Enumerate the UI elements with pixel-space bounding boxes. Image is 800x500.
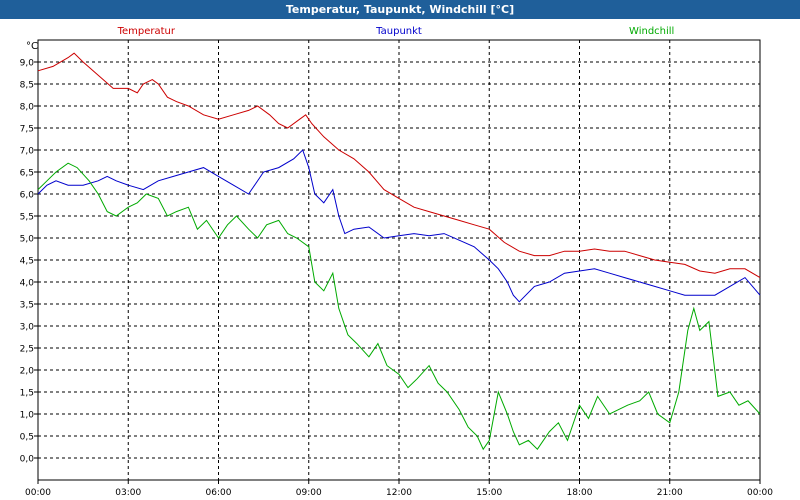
x-tick-time-label: 00:00: [747, 488, 773, 498]
y-tick-label: 2,0: [20, 367, 35, 377]
y-tick-label: 5,0: [20, 235, 35, 245]
legend-entry-windchill: Windchill: [629, 26, 674, 37]
y-tick-label: 6,0: [20, 191, 35, 201]
y-tick-label: 0,5: [20, 433, 34, 443]
window-title-bar: Temperatur, Taupunkt, Windchill [°C]: [0, 0, 800, 19]
y-tick-label: 3,5: [20, 301, 34, 311]
legend-entry-temperatur: Temperatur: [117, 26, 176, 37]
x-tick-time-label: 09:00: [296, 488, 322, 498]
y-tick-label: 3,0: [20, 323, 35, 333]
y-tick-label: 4,0: [20, 279, 35, 289]
y-tick-label: 8,0: [20, 103, 35, 113]
x-tick-time-label: 00:00: [25, 488, 51, 498]
y-tick-label: 0,0: [20, 455, 35, 465]
grid-lines: [38, 40, 760, 480]
y-tick-label: 5,5: [20, 213, 34, 223]
y-tick-label: 6,5: [20, 169, 34, 179]
y-tick-label: 2,5: [20, 345, 34, 355]
y-tick-label: 1,5: [20, 389, 34, 399]
x-tick-time-label: 12:00: [386, 488, 412, 498]
x-tick-time-label: 21:00: [657, 488, 683, 498]
y-axis-ticks: 0,0 0,5 1,0 1,5 2,0 2,5 3,0 3,5 4,0 4,5 5,0 5,5 6,0 6…: [20, 59, 38, 465]
line-chart: 0,0 0,5 1,0 1,5 2,0 2,5 3,0 3,5 4,0 4,5 5,0 5,5 6,0 6…: [20, 26, 774, 498]
y-tick-label: 9,0: [20, 59, 35, 69]
y-axis-label: °C: [26, 41, 38, 52]
y-tick-label: 8,5: [20, 81, 34, 91]
x-tick-time-label: 06:00: [206, 488, 232, 498]
legend-entry-taupunkt: Taupunkt: [375, 26, 422, 37]
y-tick-label: 1,0: [20, 411, 35, 421]
y-tick-label: 7,0: [20, 147, 35, 157]
x-axis-ticks: 00:0013.03.1803:0013.03.1806:0013.03.180…: [25, 480, 773, 498]
y-tick-label: 7,5: [20, 125, 34, 135]
x-tick-time-label: 18:00: [567, 488, 593, 498]
y-tick-label: 4,5: [20, 257, 34, 267]
legend: Temperatur Taupunkt Windchill: [117, 26, 675, 37]
chart-title: Temperatur, Taupunkt, Windchill [°C]: [285, 3, 515, 16]
x-tick-time-label: 15:00: [476, 488, 502, 498]
x-tick-time-label: 03:00: [115, 488, 141, 498]
